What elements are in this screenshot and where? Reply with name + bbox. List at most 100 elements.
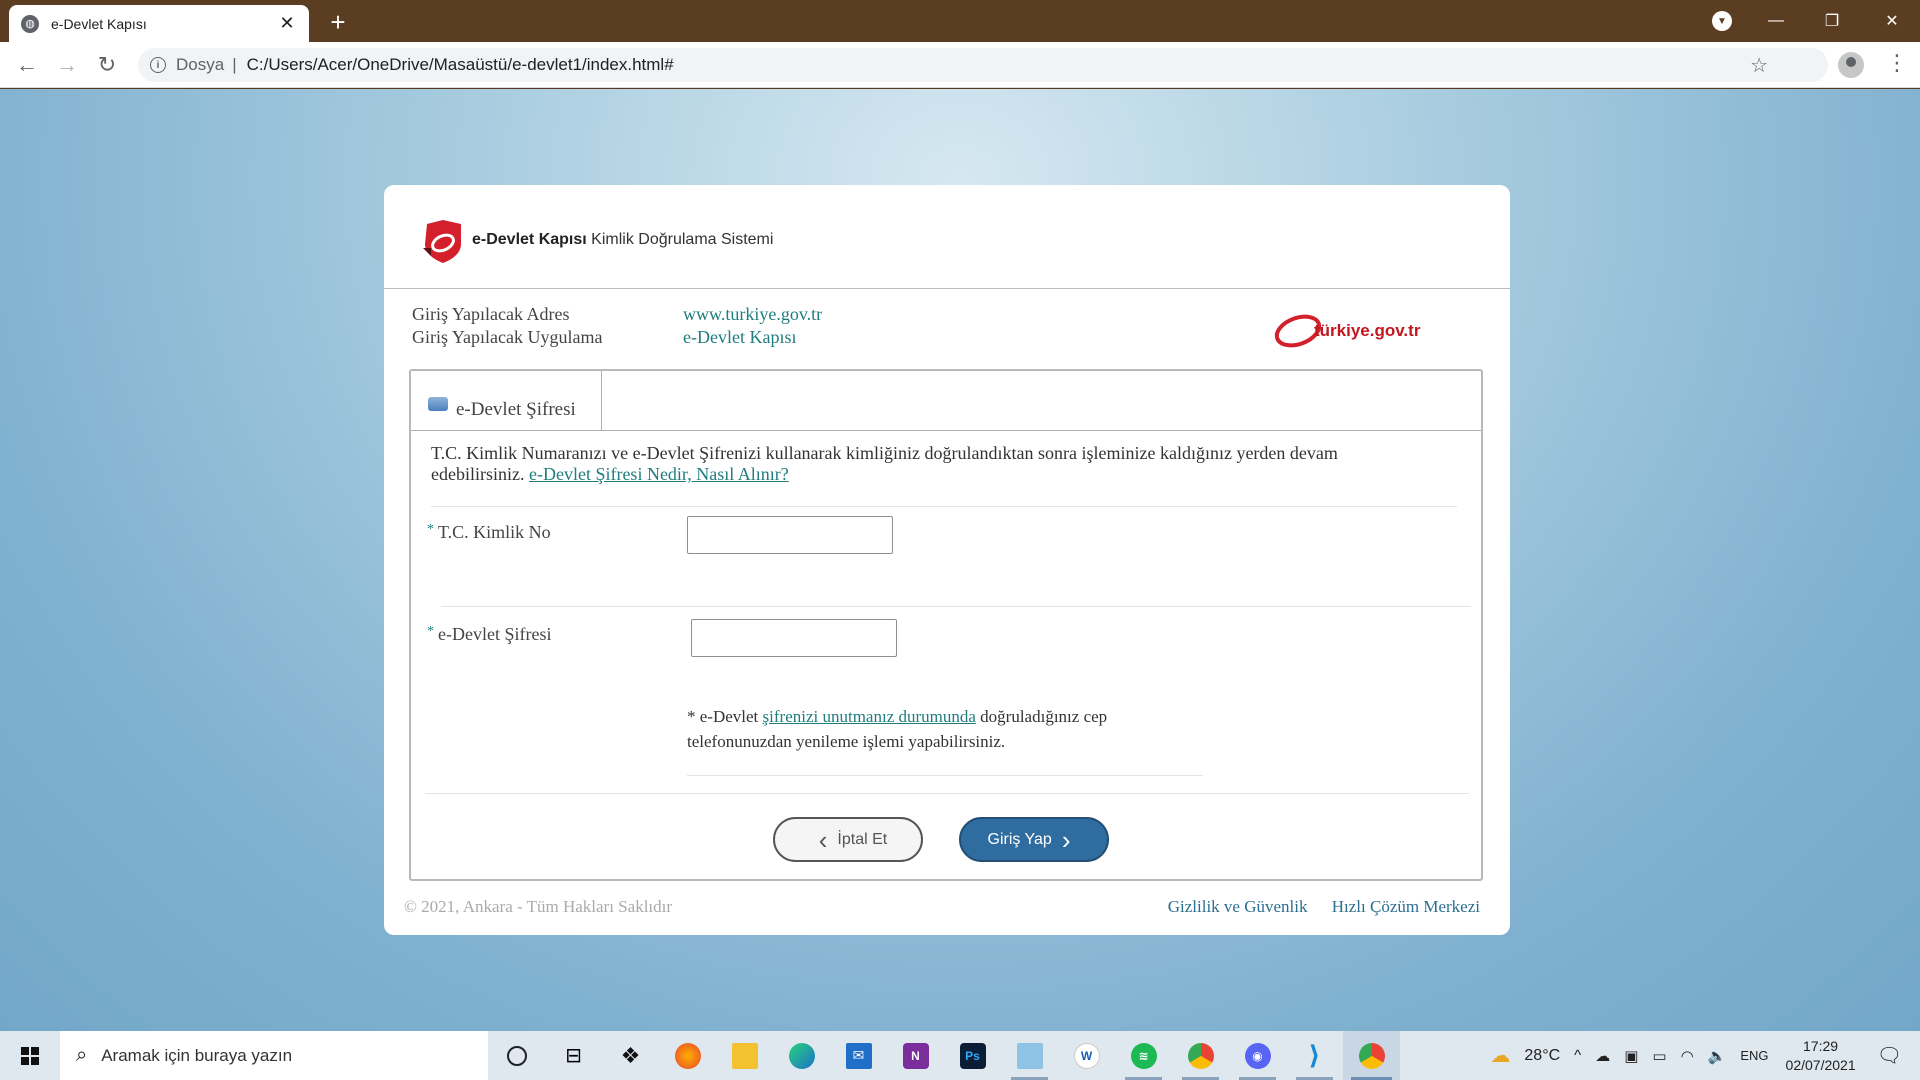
spotify-icon[interactable]: ≋ [1115,1031,1172,1080]
clock-time: 17:29 [1803,1037,1839,1054]
onedrive-icon[interactable]: ☁ [1595,1047,1610,1065]
profile-avatar[interactable] [1838,52,1864,78]
close-tab-icon[interactable]: ✕ [277,13,297,34]
back-icon[interactable]: ← [12,50,42,80]
address-bar[interactable]: i Dosya | C:/Users/Acer/OneDrive/Masaüst… [138,48,1828,82]
login-label: Giriş Yap [987,830,1052,848]
edge-icon[interactable] [773,1031,830,1080]
discord-icon[interactable]: ◉ [1229,1031,1286,1080]
taskbar-search[interactable]: ⌕ Aramak için buraya yazın [60,1031,488,1080]
cortana-icon[interactable] [488,1031,545,1080]
taskbar: ⌕ Aramak için buraya yazın ⊟ ❖ ✉ N Ps W … [0,1031,1920,1080]
address-label: Giriş Yapılacak Adres [412,304,570,324]
start-button[interactable] [0,1031,60,1080]
cancel-button[interactable]: ‹ İptal Et [773,817,923,862]
file-explorer-icon[interactable] [716,1031,773,1080]
header-title: e-Devlet Kapısı Kimlik Doğrulama Sistemi [472,231,773,249]
logo-text: türkiye.gov.tr [1314,321,1421,340]
mail-icon[interactable]: ✉ [830,1031,887,1080]
menu-icon[interactable]: ⋮ [1886,50,1908,76]
scheme-label: Dosya [176,55,225,74]
help-center-link[interactable]: Hızlı Çözüm Merkezi [1332,897,1480,916]
forgot-password-note: * e-Devlet şifrenizi unutmanız durumunda… [687,704,1187,754]
search-placeholder: Aramak için buraya yazın [101,1045,293,1065]
system-tray: ☁ 28°C ^ ☁ ▣ ▭ ◠ 🔈 ENG 17:29 02/07/2021 … [1483,1031,1920,1080]
browser-toolbar: ← → ↻ i Dosya | C:/Users/Acer/OneDrive/M… [0,42,1920,88]
app-value: e-Devlet Kapısı [683,327,797,347]
firefox-icon[interactable] [659,1031,716,1080]
edevlet-logo-icon [423,220,461,263]
cancel-label: İptal Et [837,830,888,848]
browser-tab[interactable]: ◍ e-Devlet Kapısı ✕ [9,5,309,42]
minimize-button[interactable]: — [1748,0,1804,42]
tab-label: e-Devlet Şifresi [456,399,576,420]
tab-edevlet-password[interactable]: e-Devlet Şifresi [411,371,602,431]
vscode-icon[interactable]: ⟩ [1286,1031,1343,1080]
privacy-link[interactable]: Gizlilik ve Güvenlik [1168,897,1308,916]
bookmark-star-icon[interactable]: ☆ [1750,53,1768,78]
restore-button[interactable]: ❐ [1804,0,1860,42]
chrome-icon[interactable] [1172,1031,1229,1080]
clock[interactable]: 17:29 02/07/2021 [1786,1037,1856,1075]
battery-icon[interactable]: ▭ [1652,1047,1666,1065]
card-icon [428,397,448,411]
new-tab-button[interactable]: + [323,7,353,38]
clock-date: 02/07/2021 [1785,1056,1856,1073]
weather-temp[interactable]: 28°C [1524,1047,1560,1065]
volume-icon[interactable]: 🔈 [1708,1047,1727,1065]
note-prefix: * e-Devlet [687,707,759,726]
weather-icon[interactable]: ☁ [1490,1043,1510,1068]
search-icon: ⌕ [76,1044,88,1066]
turkiye-gov-logo: türkiye.gov.tr [1274,314,1421,348]
chevron-left-icon: ‹ [818,824,828,855]
tc-input[interactable] [687,516,893,554]
required-mark: * [427,522,434,537]
notifications-icon[interactable]: 🗨 [1877,1043,1902,1068]
onenote-icon[interactable]: N [887,1031,944,1080]
brand-name: e-Devlet Kapısı [472,231,587,248]
login-panel: e-Devlet Şifresi T.C. Kimlik Numaranızı … [409,369,1483,881]
tab-divider [601,371,602,431]
reload-icon[interactable]: ↻ [92,50,122,80]
divider [441,606,1471,607]
wifi-icon[interactable]: ◠ [1681,1047,1694,1065]
password-input[interactable] [691,619,897,657]
tab-search-icon[interactable]: ▼ [1712,11,1732,31]
divider [687,775,1203,776]
url-text[interactable]: C:/Users/Acer/OneDrive/Masaüstü/e-devlet… [247,55,674,75]
dropbox-icon[interactable]: ❖ [602,1031,659,1080]
tab-title: e-Devlet Kapısı [51,15,147,32]
chevron-right-icon: › [1061,824,1071,855]
forgot-password-link[interactable]: şifrenizi unutmanız durumunda [763,707,976,726]
divider [431,506,1457,507]
display-icon[interactable]: ▣ [1624,1047,1638,1065]
login-button[interactable]: Giriş Yap › [959,817,1109,862]
divider [425,793,1469,794]
photoshop-icon[interactable]: Ps [944,1031,1001,1080]
description: T.C. Kimlik Numaranızı ve e-Devlet Şifre… [431,443,1431,485]
card-header: e-Devlet Kapısı Kimlik Doğrulama Sistemi [384,185,1510,289]
close-window-button[interactable]: ✕ [1864,0,1920,42]
app-label: Giriş Yapılacak Uygulama [412,327,603,347]
login-card: e-Devlet Kapısı Kimlik Doğrulama Sistemi… [384,185,1510,935]
tab-underline [411,430,1481,431]
password-label-text: e-Devlet Şifresi [438,624,552,644]
password-help-link[interactable]: e-Devlet Şifresi Nedir, Nasıl Alınır? [529,464,789,484]
language-indicator[interactable]: ENG [1740,1048,1768,1063]
windows-icon [21,1046,39,1065]
forward-icon[interactable]: → [52,50,82,80]
brand-subtitle: Kimlik Doğrulama Sistemi [591,231,774,248]
notepad-icon[interactable] [1001,1031,1058,1080]
info-icon[interactable]: i [150,57,166,73]
footer-links: Gizlilik ve Güvenlik Hızlı Çözüm Merkezi [1148,897,1480,917]
chrome-active-icon[interactable] [1343,1031,1400,1080]
word-app-icon[interactable]: W [1058,1031,1115,1080]
scheme-separator: | [232,55,237,74]
target-info: Giriş Yapılacak Adres www.turkiye.gov.tr… [412,303,822,349]
chevron-up-icon[interactable]: ^ [1574,1047,1581,1064]
tc-label-text: T.C. Kimlik No [438,522,551,542]
globe-icon: ◍ [21,14,39,33]
browser-tab-strip: ◍ e-Devlet Kapısı ✕ + ▼ — ❐ ✕ [0,0,1920,42]
task-view-icon[interactable]: ⊟ [545,1031,602,1080]
password-label: * e-Devlet Şifresi [427,624,551,645]
